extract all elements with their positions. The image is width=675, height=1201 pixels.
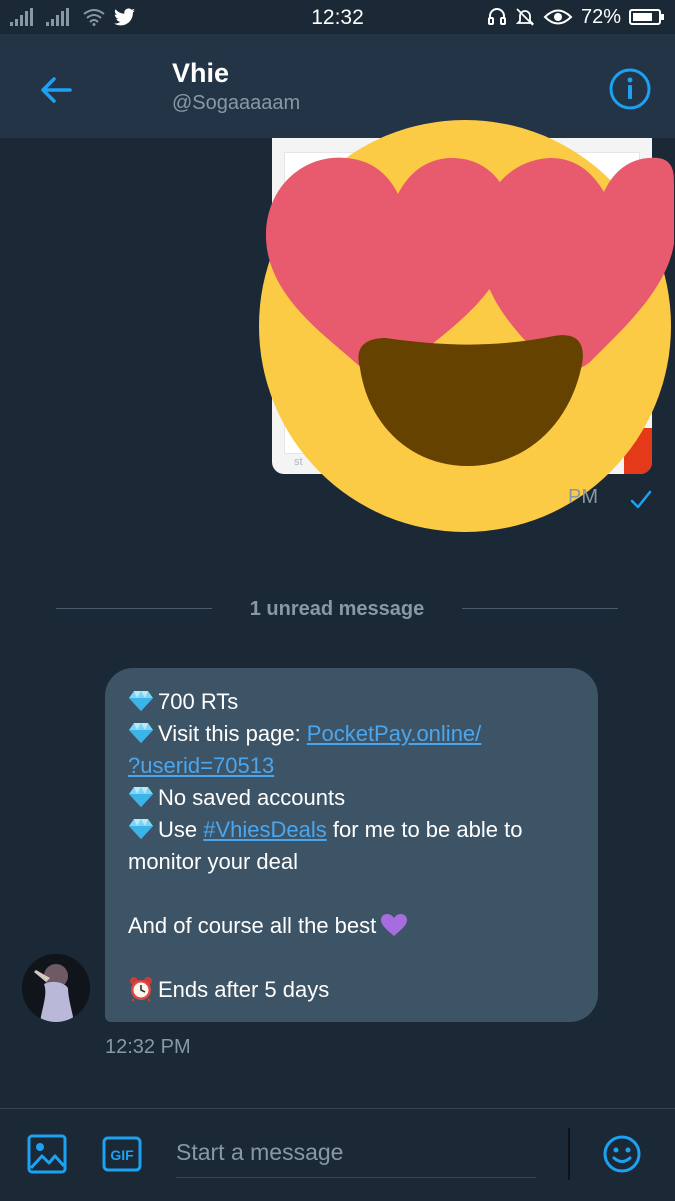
eye-icon xyxy=(543,9,573,25)
gif-icon[interactable]: GIF xyxy=(102,1136,142,1172)
message-line: No saved accounts xyxy=(128,782,588,814)
message-text: No saved accounts xyxy=(158,785,346,810)
message-line: Ends after 5 days xyxy=(128,974,588,1006)
message-text: for me to be able to xyxy=(326,817,523,842)
mute-icon xyxy=(515,8,535,26)
battery-percent: 72% xyxy=(580,5,621,28)
gem-icon xyxy=(129,819,153,839)
avatar[interactable] xyxy=(22,954,90,1022)
message-text: monitor your deal xyxy=(128,849,298,874)
checkmark-icon xyxy=(630,490,652,509)
contact-handle[interactable]: @Sogaaaaam xyxy=(172,92,300,115)
message-line: Visit this page: PocketPay.online/ xyxy=(128,718,588,750)
status-bar: 12:32 72% xyxy=(0,0,675,34)
headphones-icon xyxy=(487,8,506,25)
message-text: Use xyxy=(158,817,204,842)
message-line: monitor your deal xyxy=(128,846,588,878)
message-text: And of course all the best xyxy=(128,913,377,938)
divider-line xyxy=(462,608,618,609)
composer-divider xyxy=(568,1128,570,1180)
hashtag-link[interactable]: #VhiesDeals xyxy=(203,817,327,842)
image-icon[interactable] xyxy=(27,1134,67,1174)
received-time: 12:32 PM xyxy=(105,1036,191,1058)
contact-name[interactable]: Vhie xyxy=(172,58,229,89)
status-right-icons: 72% xyxy=(487,4,665,30)
sent-time: PM xyxy=(568,486,598,508)
avatar-image xyxy=(22,954,90,1022)
message-line: Use #VhiesDeals for me to be able to xyxy=(128,814,588,846)
heart-eyes-emoji-icon xyxy=(259,120,674,532)
purple-heart-icon xyxy=(381,914,408,936)
received-message-bubble[interactable]: 700 RTs Visit this page: PocketPay.onlin… xyxy=(105,668,598,1022)
message-text: Visit this page: xyxy=(158,721,307,746)
message-line: 700 RTs xyxy=(128,686,588,718)
gem-icon xyxy=(129,723,153,743)
message-text: 700 RTs xyxy=(158,689,239,714)
unread-label: 1 unread message xyxy=(249,598,425,620)
emoji-icon[interactable] xyxy=(602,1134,642,1174)
gif-label: GIF xyxy=(110,1147,134,1163)
alarm-clock-icon xyxy=(130,977,152,1002)
message-input[interactable] xyxy=(176,1127,536,1178)
gem-icon xyxy=(129,787,153,807)
arrow-left-icon[interactable] xyxy=(36,70,76,110)
message-body: 700 RTs Visit this page: PocketPay.onlin… xyxy=(128,686,588,1006)
message-line: ?userid=70513 xyxy=(128,750,588,782)
unread-divider: 1 unread message xyxy=(56,596,618,626)
pocketpay-link-continued[interactable]: ?userid=70513 xyxy=(128,753,274,778)
message-text: Ends after 5 days xyxy=(158,977,330,1002)
message-line: And of course all the best xyxy=(128,910,588,942)
pocketpay-link[interactable]: PocketPay.online/ xyxy=(307,721,481,746)
battery-icon xyxy=(629,9,664,25)
info-icon[interactable] xyxy=(608,67,652,111)
gem-icon xyxy=(129,691,153,711)
